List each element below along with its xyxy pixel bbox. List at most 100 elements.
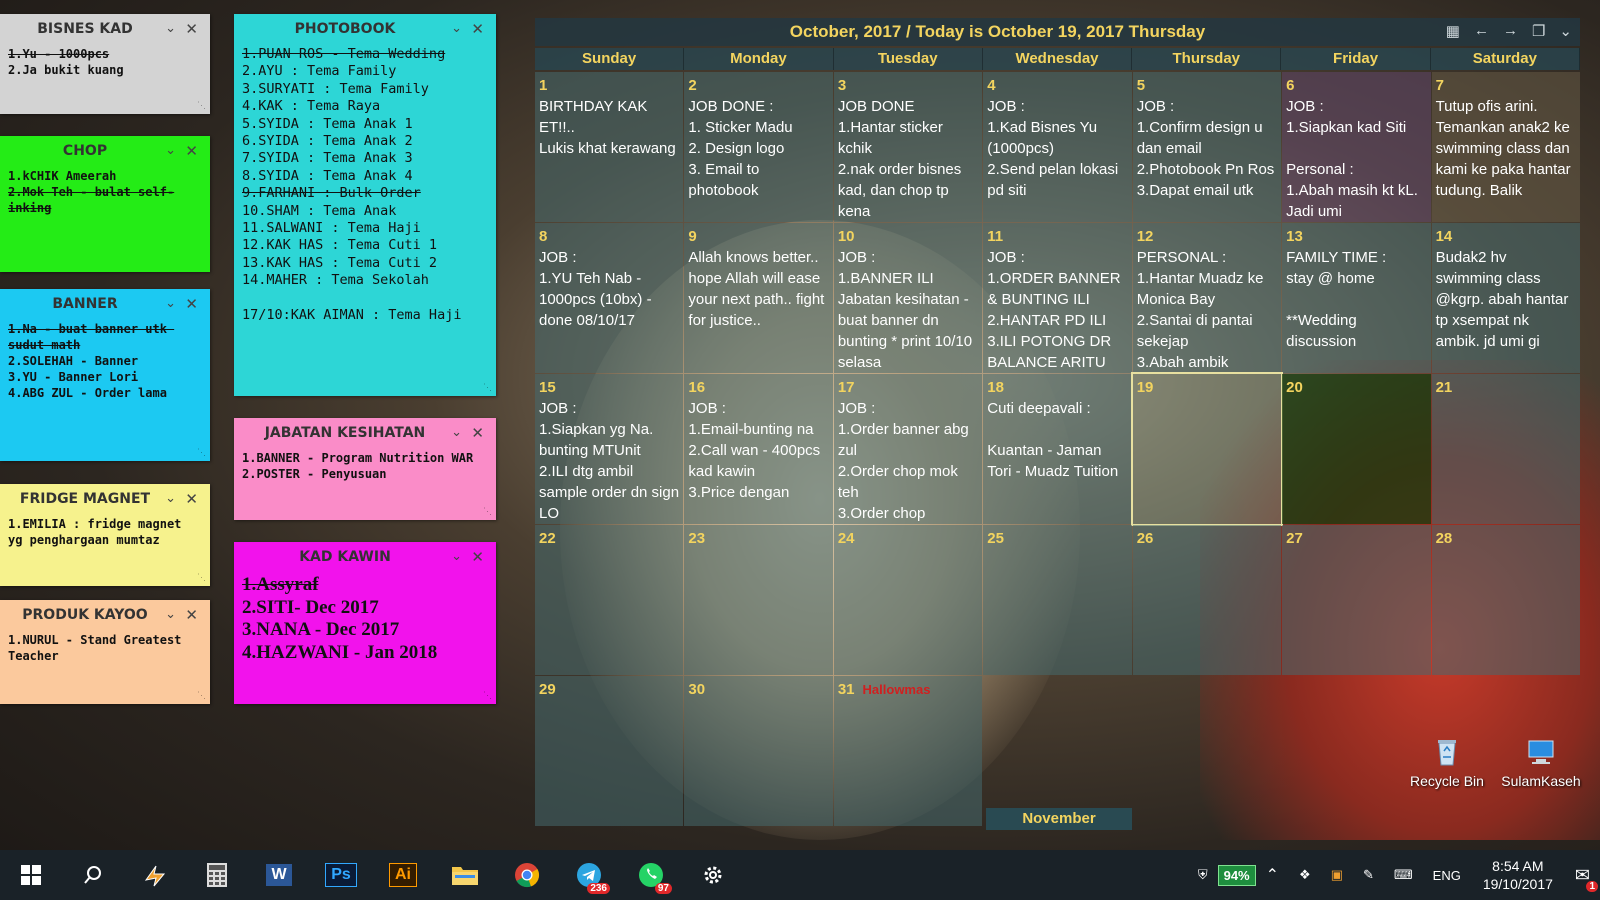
next-month-arrow-icon[interactable]: → — [1503, 22, 1518, 40]
taskbar-app-word[interactable]: W — [248, 850, 310, 900]
close-icon[interactable]: ✕ — [185, 606, 198, 624]
notification-center-icon[interactable]: ✉ 1 — [1575, 865, 1598, 892]
calendar-day-cell[interactable]: 19 — [1130, 372, 1284, 526]
resize-grip-icon[interactable]: ⋱ — [197, 447, 206, 458]
note-banner[interactable]: BANNER ⌄ ✕ 1.Na - buat banner utk sudut … — [0, 289, 210, 461]
dropbox-icon[interactable]: ❖ — [1299, 867, 1311, 883]
taskbar-app-settings[interactable] — [682, 850, 744, 900]
calendar-day-cell[interactable]: 25 — [983, 525, 1132, 675]
taskbar-app-photoshop[interactable]: Ps — [310, 850, 372, 900]
note-kad-kawin[interactable]: KAD KAWIN ⌄ ✕ 1.Assyraf 2.SITI- Dec 2017 3… — [234, 542, 496, 704]
chevron-down-icon[interactable]: ⌄ — [451, 20, 462, 36]
taskbar-app-winamp[interactable] — [124, 850, 186, 900]
language-indicator[interactable]: ENG — [1433, 868, 1461, 883]
calendar-day-cell[interactable]: 8 JOB : 1.YU Teh Nab - 1000pcs (10bx) - d… — [535, 223, 684, 373]
resize-grip-icon[interactable]: ⋱ — [483, 690, 492, 701]
calendar-day-cell[interactable]: 1 BIRTHDAY KAK ET!!.. Lukis khat kerawang — [535, 72, 684, 222]
note-photobook[interactable]: PHOTOBOOK ⌄ ✕ 1.PUAN ROS - Tema Wedding 2… — [234, 14, 496, 396]
note-body[interactable]: 1.PUAN ROS - Tema Wedding 2.AYU : Tema Fa… — [234, 44, 496, 327]
note-body[interactable]: 1.EMILIA : fridge magnet yg penghargaan … — [0, 514, 210, 550]
chevron-down-icon[interactable]: ⌄ — [451, 548, 462, 564]
resize-grip-icon[interactable]: ⋱ — [483, 382, 492, 393]
calendar-day-cell[interactable]: 11 JOB : 1.ORDER BANNER & BUNTING ILI 2.H… — [983, 223, 1132, 373]
keyboard-icon[interactable]: ⌨ — [1394, 867, 1413, 883]
calendar-icon[interactable]: ▦ — [1446, 22, 1460, 40]
note-chop[interactable]: CHOP ⌄ ✕ 1.kCHIK Ameerah 2.Mok Teh - bula… — [0, 136, 210, 272]
note-body[interactable]: 1.Na - buat banner utk sudut math 2.SOLEH… — [0, 319, 210, 403]
chevron-down-icon[interactable]: ⌄ — [165, 606, 176, 622]
shield-icon[interactable]: ⛨ — [1198, 867, 1208, 883]
calendar-day-cell[interactable]: 4 JOB : 1.Kad Bisnes Yu (1000pcs) 2.Send … — [983, 72, 1132, 222]
close-icon[interactable]: ✕ — [471, 20, 484, 38]
note-body[interactable]: 1.Assyraf 2.SITI- Dec 2017 3.NANA - Dec 20… — [234, 572, 496, 666]
close-icon[interactable]: ✕ — [471, 424, 484, 442]
calendar-day-cell[interactable]: 28 — [1431, 525, 1580, 675]
calendar-day-cell[interactable]: 29 — [535, 676, 684, 826]
calendar-day-cell[interactable]: 30 — [684, 676, 833, 826]
calendar-day-cell[interactable]: 31 Hallowmas — [833, 676, 983, 826]
resize-grip-icon[interactable]: ⋱ — [483, 506, 492, 517]
chevron-down-icon[interactable]: ⌄ — [165, 142, 176, 158]
close-icon[interactable]: ✕ — [185, 20, 198, 38]
close-icon[interactable]: ✕ — [185, 142, 198, 160]
calendar-day-cell[interactable]: 10 JOB : 1.BANNER ILI Jabatan kesihatan -… — [833, 223, 983, 373]
clock[interactable]: 8:54 AM 19/10/2017 — [1483, 857, 1553, 893]
next-month-label[interactable]: November — [986, 808, 1132, 830]
chevron-up-icon[interactable]: ⌃ — [1266, 865, 1279, 885]
chevron-down-icon[interactable]: ⌄ — [165, 490, 176, 506]
calendar-day-cell[interactable]: 24 — [833, 525, 983, 675]
taskbar-app-chrome[interactable] — [496, 850, 558, 900]
calendar-day-cell[interactable]: 22 — [535, 525, 684, 675]
calendar-day-cell[interactable]: 9 Allah knows better.. hope Allah will ea… — [684, 223, 833, 373]
start-button[interactable] — [0, 850, 62, 900]
chevron-down-icon[interactable]: ⌄ — [165, 295, 176, 311]
calendar-day-cell[interactable]: 18 Cuti deepavali : Kuantan - Jaman Tori … — [983, 374, 1132, 524]
resize-grip-icon[interactable]: ⋱ — [197, 690, 206, 701]
battery-indicator[interactable]: 94% — [1217, 864, 1256, 886]
note-body[interactable]: 1.BANNER - Program Nutrition WAR 2.POSTER… — [234, 448, 496, 484]
chevron-down-icon[interactable]: ⌄ — [165, 20, 176, 36]
chevron-down-icon[interactable]: ⌄ — [1559, 22, 1572, 40]
calendar-day-cell[interactable]: 16 JOB : 1.Email-bunting na 2.Call wan - … — [684, 374, 833, 524]
calendar-day-cell[interactable]: 15 JOB : 1.Siapkan yg Na. bunting MTUnit … — [535, 374, 684, 524]
calendar-day-cell[interactable]: 13 FAMILY TIME : stay @ home **Wedding di… — [1282, 223, 1431, 373]
desktop-icon-recycle-bin[interactable]: Recycle Bin — [1402, 735, 1492, 789]
note-body[interactable]: 1.kCHIK Ameerah 2.Mok Teh - bulat self-in… — [0, 166, 210, 218]
calendar-day-cell[interactable]: 12 PERSONAL : 1.Hantar Muadz ke Monica Ba… — [1132, 223, 1282, 373]
note-produk-kayoo[interactable]: PRODUK KAYOO ⌄ ✕ 1.NURUL - Stand Greates… — [0, 600, 210, 704]
calendar-day-cell[interactable]: 6 JOB : 1.Siapkan kad Siti Personal : 1.A… — [1282, 72, 1431, 222]
calendar-day-cell[interactable]: 5 JOB : 1.Confirm design u dan email 2.Ph… — [1132, 72, 1282, 222]
previous-month-arrow-icon[interactable]: ← — [1474, 22, 1489, 40]
close-icon[interactable]: ✕ — [471, 548, 484, 566]
calendar-day-cell[interactable]: 27 — [1282, 525, 1431, 675]
app-tray-icon[interactable]: ▣ — [1331, 867, 1343, 883]
window-icon[interactable]: ❐ — [1532, 22, 1545, 40]
calendar-day-cell[interactable]: 26 — [1132, 525, 1282, 675]
taskbar-app-telegram[interactable]: 236 — [558, 850, 620, 900]
note-bisnes-kad[interactable]: BISNES KAD ⌄ ✕ 1.Yu - 1000pcs 2.Ja bukit … — [0, 14, 210, 114]
taskbar-app-file-explorer[interactable] — [434, 850, 496, 900]
note-body[interactable]: 1.Yu - 1000pcs 2.Ja bukit kuang — [0, 44, 210, 80]
note-jabatan-kesihatan[interactable]: JABATAN KESIHATAN ⌄ ✕ 1.BANNER - Program… — [234, 418, 496, 520]
resize-grip-icon[interactable]: ⋱ — [197, 572, 206, 583]
taskbar-app-whatsapp[interactable]: 97 — [620, 850, 682, 900]
calendar-day-cell[interactable]: 14 Budak2 hv swimming class @kgrp. abah h… — [1431, 223, 1580, 373]
resize-grip-icon[interactable]: ⋱ — [197, 100, 206, 111]
close-icon[interactable]: ✕ — [185, 490, 198, 508]
calendar-day-cell[interactable]: 3 JOB DONE 1.Hantar sticker kchik 2.nak o… — [833, 72, 983, 222]
desktop-icon-sulamkaseh[interactable]: SulamKaseh — [1496, 735, 1586, 789]
note-fridge-magnet[interactable]: FRIDGE MAGNET ⌄ ✕ 1.EMILIA : fridge magn… — [0, 484, 210, 586]
calendar-day-cell[interactable]: 2 JOB DONE : 1. Sticker Madu 2. Design lo… — [684, 72, 833, 222]
taskbar-app-illustrator[interactable]: Ai — [372, 850, 434, 900]
pen-icon[interactable]: ✎ — [1363, 867, 1374, 883]
close-icon[interactable]: ✕ — [185, 295, 198, 313]
taskbar-app-calculator[interactable] — [186, 850, 248, 900]
calendar-day-cell[interactable]: 20 — [1282, 374, 1431, 524]
chevron-down-icon[interactable]: ⌄ — [451, 424, 462, 440]
calendar-day-cell[interactable]: 7 Tutup ofis arini. Temankan anak2 ke swi… — [1431, 72, 1580, 222]
search-button[interactable] — [62, 850, 124, 900]
calendar-day-cell[interactable]: 17 JOB : 1.Order banner abg zul 2.Order c… — [833, 374, 983, 524]
note-body[interactable]: 1.NURUL - Stand Greatest Teacher — [0, 630, 210, 666]
calendar-day-cell[interactable]: 21 — [1431, 374, 1580, 524]
calendar-day-cell[interactable]: 23 — [684, 525, 833, 675]
